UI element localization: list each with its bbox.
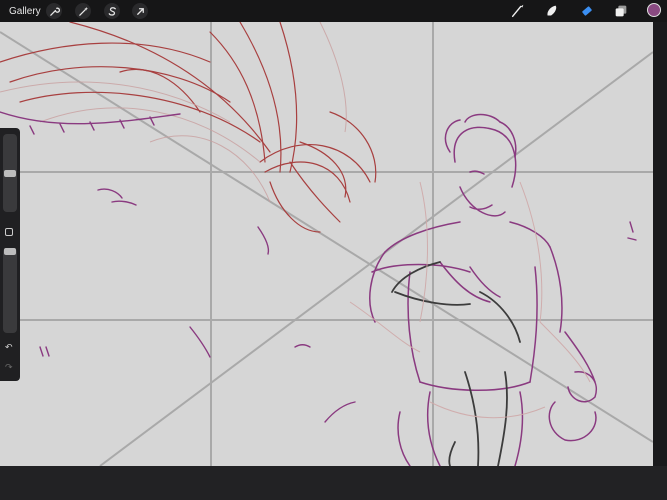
wrench-icon[interactable]: [46, 3, 62, 19]
brush-size-slider[interactable]: [3, 134, 17, 212]
magic-wand-icon[interactable]: [75, 3, 91, 19]
perspective-guides: [0, 22, 653, 466]
brush-icon[interactable]: [509, 2, 527, 20]
sketch-artwork: [0, 22, 653, 466]
layers-icon[interactable]: [612, 2, 630, 20]
transform-arrow-icon[interactable]: [132, 3, 148, 19]
color-swatch-button[interactable]: [647, 3, 661, 17]
opacity-slider[interactable]: [3, 248, 17, 333]
right-edge-strip: [653, 22, 667, 466]
left-sidebar: ↶ ↷: [0, 128, 20, 381]
undo-icon[interactable]: ↶: [5, 342, 13, 352]
smudge-icon[interactable]: [543, 2, 561, 20]
modify-square-icon[interactable]: [5, 228, 13, 236]
gallery-button[interactable]: Gallery: [9, 6, 41, 17]
bottom-bar: [0, 466, 667, 500]
redo-icon[interactable]: ↷: [5, 362, 13, 372]
opacity-thumb[interactable]: [4, 248, 16, 255]
red-sketch: [0, 22, 377, 233]
brush-size-thumb[interactable]: [4, 170, 16, 177]
top-toolbar: Gallery: [0, 0, 667, 22]
dark-sketch: [391, 261, 521, 466]
drawing-canvas[interactable]: [0, 22, 653, 466]
eraser-icon[interactable]: [578, 2, 596, 20]
character-sketch: [369, 113, 597, 466]
selection-s-icon[interactable]: [104, 3, 120, 19]
